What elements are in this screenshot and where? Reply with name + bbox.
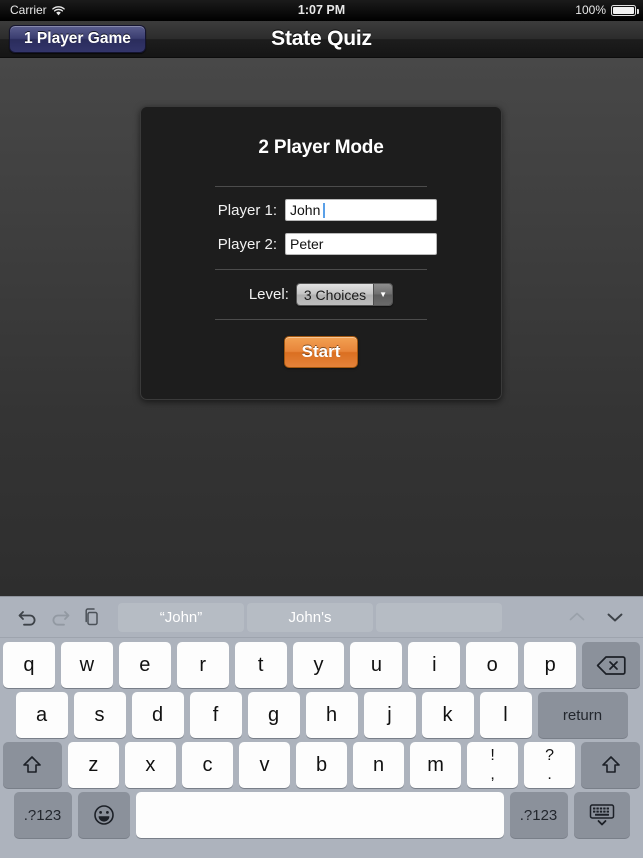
key-u[interactable]: u bbox=[350, 642, 403, 688]
key-n[interactable]: n bbox=[353, 742, 405, 788]
redo-icon[interactable] bbox=[44, 602, 76, 632]
shift-icon-right[interactable] bbox=[581, 742, 641, 788]
status-bar-time: 1:07 PM bbox=[297, 3, 346, 17]
undo-icon[interactable] bbox=[12, 602, 44, 632]
start-button[interactable]: Start bbox=[283, 336, 359, 368]
navigation-bar: 1 Player Game State Quiz bbox=[0, 21, 643, 58]
battery-percent-label: 100% bbox=[575, 3, 606, 17]
key-o[interactable]: o bbox=[466, 642, 519, 688]
shift-icon-left[interactable] bbox=[2, 742, 62, 788]
chevron-up-icon[interactable] bbox=[561, 602, 593, 632]
divider bbox=[215, 186, 427, 187]
key-k[interactable]: k bbox=[421, 692, 474, 738]
player-2-input[interactable]: Peter bbox=[285, 233, 437, 255]
suggestion-chip-2[interactable] bbox=[376, 602, 502, 632]
key-y[interactable]: y bbox=[292, 642, 345, 688]
chevron-down-icon: ▼ bbox=[373, 284, 393, 305]
status-bar: Carrier 1:07 PM 100% bbox=[0, 0, 643, 21]
player-2-value: Peter bbox=[290, 236, 324, 252]
key-j[interactable]: j bbox=[363, 692, 416, 738]
key-p[interactable]: p bbox=[524, 642, 577, 688]
key-question-period[interactable]: ? . bbox=[524, 742, 576, 788]
level-dropdown[interactable]: 3 Choices ▼ bbox=[295, 283, 394, 306]
key-x[interactable]: x bbox=[124, 742, 176, 788]
key-g[interactable]: g bbox=[247, 692, 300, 738]
hide-keyboard-icon[interactable] bbox=[573, 792, 630, 838]
paste-icon[interactable] bbox=[76, 602, 108, 632]
level-row: Level: 3 Choices ▼ bbox=[141, 283, 501, 306]
key-period-label: . bbox=[547, 765, 552, 783]
player-2-label: Player 2: bbox=[217, 235, 277, 253]
numeric-key-left[interactable]: .?123 bbox=[13, 792, 72, 838]
keyboard-toolbar-right bbox=[561, 602, 631, 632]
numeric-key-right[interactable]: .?123 bbox=[509, 792, 568, 838]
player-2-row: Player 2: Peter bbox=[141, 233, 501, 255]
key-l[interactable]: l bbox=[479, 692, 532, 738]
app-screen: Carrier 1:07 PM 100% 1 Player Game State… bbox=[0, 0, 643, 596]
key-s[interactable]: s bbox=[73, 692, 126, 738]
key-exclamation-comma[interactable]: ! , bbox=[467, 742, 519, 788]
text-caret bbox=[323, 202, 326, 218]
key-comma-label: , bbox=[490, 765, 495, 783]
space-key[interactable] bbox=[135, 792, 504, 838]
return-key[interactable]: return bbox=[537, 692, 628, 738]
player-1-value: John bbox=[290, 202, 321, 218]
key-h[interactable]: h bbox=[305, 692, 358, 738]
page-title: State Quiz bbox=[271, 27, 372, 50]
backspace-icon[interactable] bbox=[582, 642, 640, 688]
emoji-icon[interactable] bbox=[77, 792, 130, 838]
chevron-down-icon[interactable] bbox=[599, 602, 631, 632]
key-m[interactable]: m bbox=[410, 742, 462, 788]
key-z[interactable]: z bbox=[67, 742, 119, 788]
battery-icon bbox=[611, 5, 639, 16]
key-i[interactable]: i bbox=[408, 642, 461, 688]
level-label: Level: bbox=[248, 286, 289, 303]
key-w[interactable]: w bbox=[60, 642, 113, 688]
keyboard-row-4: .?123 .?123 bbox=[0, 788, 643, 838]
level-selected-value: 3 Choices bbox=[296, 284, 374, 305]
key-q[interactable]: q bbox=[3, 642, 55, 688]
suggestion-chip-0[interactable]: “John” bbox=[118, 602, 244, 632]
key-d[interactable]: d bbox=[131, 692, 184, 738]
on-screen-keyboard: “John” John's q w e r t y u i o p a s d … bbox=[0, 596, 643, 858]
key-a[interactable]: a bbox=[15, 692, 68, 738]
keyboard-row-1: q w e r t y u i o p bbox=[0, 638, 643, 688]
key-t[interactable]: t bbox=[234, 642, 287, 688]
panel-title: 2 Player Mode bbox=[258, 137, 384, 158]
suggestion-chip-1[interactable]: John's bbox=[247, 602, 373, 632]
keyboard-row-3: z x c v b n m ! , ? . bbox=[0, 738, 643, 788]
key-question-label: ? bbox=[545, 746, 555, 764]
status-bar-right: 100% bbox=[575, 0, 639, 21]
keyboard-toolbar: “John” John's bbox=[0, 597, 643, 638]
key-b[interactable]: b bbox=[295, 742, 348, 788]
keyboard-row-2: a s d f g h j k l return bbox=[0, 688, 643, 738]
key-e[interactable]: e bbox=[118, 642, 171, 688]
divider bbox=[215, 269, 427, 270]
player-1-input[interactable]: John bbox=[285, 199, 437, 221]
suggestion-bar: “John” John's bbox=[118, 602, 502, 632]
divider bbox=[215, 319, 427, 320]
key-c[interactable]: c bbox=[181, 742, 233, 788]
two-player-mode-panel: 2 Player Mode Player 1: John Player 2: P… bbox=[140, 106, 502, 400]
key-v[interactable]: v bbox=[238, 742, 290, 788]
start-button-wrap: Start bbox=[141, 336, 501, 368]
player-1-label: Player 1: bbox=[217, 201, 277, 219]
key-r[interactable]: r bbox=[176, 642, 229, 688]
player-1-row: Player 1: John bbox=[141, 199, 501, 221]
key-f[interactable]: f bbox=[189, 692, 242, 738]
key-exclamation-label: ! bbox=[490, 746, 495, 764]
